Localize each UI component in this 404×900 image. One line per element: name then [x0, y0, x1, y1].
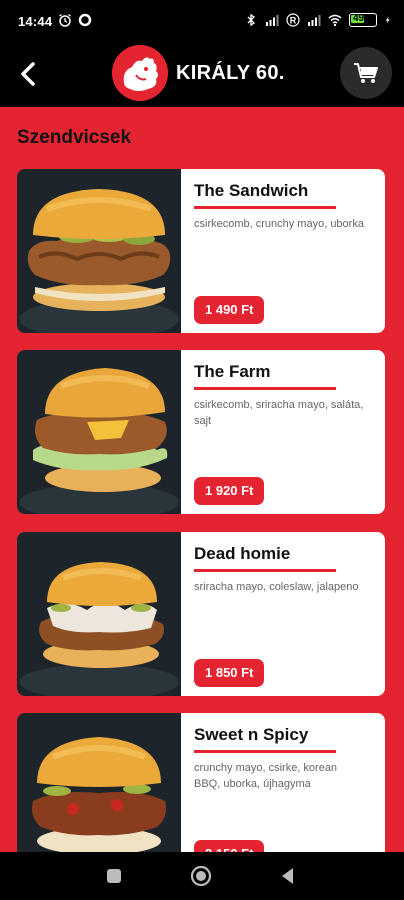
product-description: csirkecomb, crunchy mayo, uborka [194, 218, 364, 230]
back-nav-button[interactable] [276, 864, 300, 888]
brand-name: KIRÁLY 60. [176, 62, 285, 84]
product-card[interactable]: The Sandwich csirkecomb, crunchy mayo, u… [17, 169, 385, 333]
price-button[interactable]: 1 850 Ft [194, 659, 265, 687]
system-nav-bar [0, 852, 404, 900]
price-button[interactable]: 1 920 Ft [194, 477, 265, 505]
title-underline [194, 750, 336, 753]
title-underline [194, 206, 336, 209]
bluetooth-icon [247, 13, 256, 27]
burger-lettuce-cheese-image [17, 350, 181, 514]
title-underline [194, 569, 336, 572]
product-card[interactable]: Dead homie sriracha mayo, coleslaw, jala… [17, 532, 385, 696]
battery-icon: 49 [349, 13, 377, 27]
triangle-back-icon [282, 868, 293, 884]
circle-status-icon [78, 13, 92, 27]
wifi-icon [328, 14, 342, 27]
product-name: Dead homie [194, 544, 291, 563]
signal-icon-2 [308, 15, 321, 26]
section-title: Szendvicsek [17, 127, 132, 148]
cart-button[interactable] [340, 47, 392, 99]
svg-text:R: R [290, 16, 297, 26]
title-underline [194, 387, 336, 390]
burger-pickles-image [17, 169, 181, 333]
product-name: The Farm [194, 362, 271, 381]
product-description: crunchy mayo, csirke, korean BBQ, uborka… [194, 762, 338, 790]
product-image [17, 350, 181, 514]
recents-button[interactable] [102, 864, 126, 888]
product-image [17, 532, 181, 696]
product-description: csirkecomb, sriracha mayo, saláta, sajt [194, 399, 364, 427]
burger-coleslaw-image [17, 532, 181, 696]
cart-icon [354, 63, 378, 83]
alarm-icon [59, 13, 71, 27]
product-name: Sweet n Spicy [194, 725, 309, 744]
back-button[interactable] [14, 58, 44, 90]
home-button[interactable] [189, 864, 213, 888]
back-arrow-icon [21, 62, 35, 86]
signal-icon [266, 15, 279, 26]
circle-home-icon [190, 865, 212, 887]
product-name: The Sandwich [194, 181, 309, 200]
product-card[interactable]: The Farm csirkecomb, sriracha mayo, salá… [17, 350, 385, 514]
app-header: KIRÁLY 60. [0, 44, 404, 107]
status-time: 14:44 [18, 14, 53, 29]
rooster-logo-icon [112, 45, 168, 101]
product-description: sriracha mayo, coleslaw, jalapeno [194, 581, 359, 593]
charging-icon [385, 16, 390, 24]
square-icon [107, 869, 121, 883]
product-image [17, 169, 181, 333]
status-bar: 14:44 R 49 [0, 0, 404, 44]
roaming-icon: R [286, 13, 300, 27]
battery-level: 49 [353, 13, 365, 24]
brand-logo [112, 45, 168, 101]
price-button[interactable]: 1 490 Ft [194, 296, 265, 324]
